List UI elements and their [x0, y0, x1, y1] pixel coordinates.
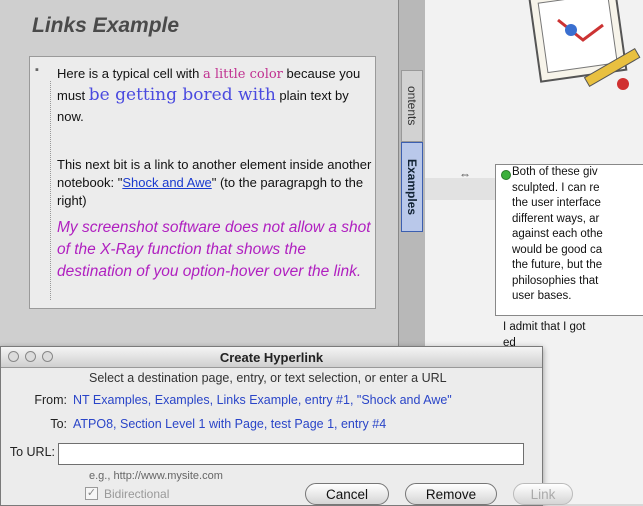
bidirectional-checkbox[interactable]: ✓	[85, 487, 98, 500]
cell-paragraph-1[interactable]: Here is a typical cell with a little col…	[57, 63, 375, 127]
entry-highlight-band	[425, 178, 495, 200]
link-button[interactable]: Link	[513, 483, 573, 505]
to-label: To:	[50, 417, 67, 431]
to-value: ATPO8, Section Level 1 with Page, test P…	[73, 417, 387, 431]
cell-bullet-icon: ▪	[35, 64, 39, 76]
notebook-cell[interactable]: ▪ Here is a typical cell with a little c…	[29, 56, 376, 309]
target-entry[interactable]: Both of these giv sculpted. I can re the…	[495, 164, 643, 316]
create-hyperlink-dialog: Create Hyperlink Select a destination pa…	[0, 346, 573, 506]
cell-paragraph-3[interactable]: My screenshot software does not allow a …	[57, 217, 375, 283]
from-value: NT Examples, Examples, Links Example, en…	[73, 393, 452, 407]
cell-level-guide	[50, 81, 51, 300]
entry-text: Both of these giv sculpted. I can re the…	[512, 166, 603, 302]
shock-and-awe-link[interactable]: Shock and Awe	[122, 175, 211, 190]
entry-status-icon	[501, 170, 511, 180]
dialog-instructions: Select a destination page, entry, or tex…	[89, 371, 447, 385]
tab-contents[interactable]: ontents	[401, 70, 423, 142]
from-label: From:	[34, 393, 67, 407]
tab-examples[interactable]: Examples	[401, 142, 423, 232]
link-arrows-icon: ⇔	[459, 167, 471, 181]
large-colored-text: be getting bored with	[88, 85, 276, 105]
remove-button[interactable]: Remove	[405, 483, 497, 505]
url-hint: e.g., http://www.mysite.com	[89, 470, 223, 482]
cancel-button[interactable]: Cancel	[305, 483, 389, 505]
bidirectional-label: Bidirectional	[104, 487, 170, 501]
page-title: Links Example	[32, 14, 180, 37]
url-label: To URL:	[9, 445, 55, 459]
notebook-illustration-icon	[528, 0, 641, 90]
colored-text: a little color	[202, 67, 283, 82]
cell-paragraph-2[interactable]: This next bit is a link to another eleme…	[57, 156, 375, 210]
dialog-title: Create Hyperlink	[219, 350, 324, 365]
url-input[interactable]	[58, 443, 524, 465]
dialog-titlebar[interactable]: Create Hyperlink	[1, 347, 542, 368]
